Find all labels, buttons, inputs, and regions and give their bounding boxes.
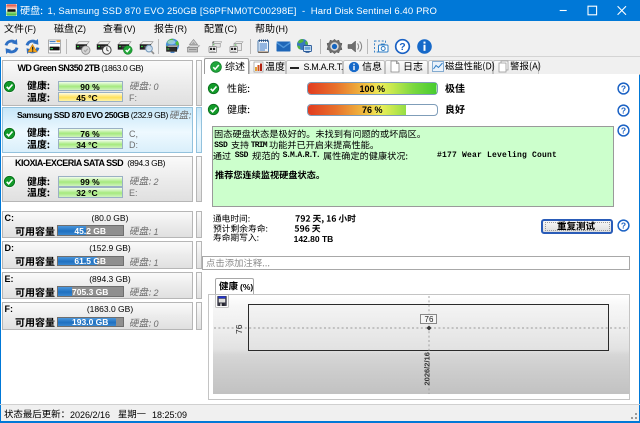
svg-text:?: ? [621,105,626,115]
svg-text:?: ? [621,84,626,94]
svg-text:?: ? [621,126,626,136]
svg-text:?: ? [621,221,626,231]
svg-text:?: ? [400,41,406,53]
